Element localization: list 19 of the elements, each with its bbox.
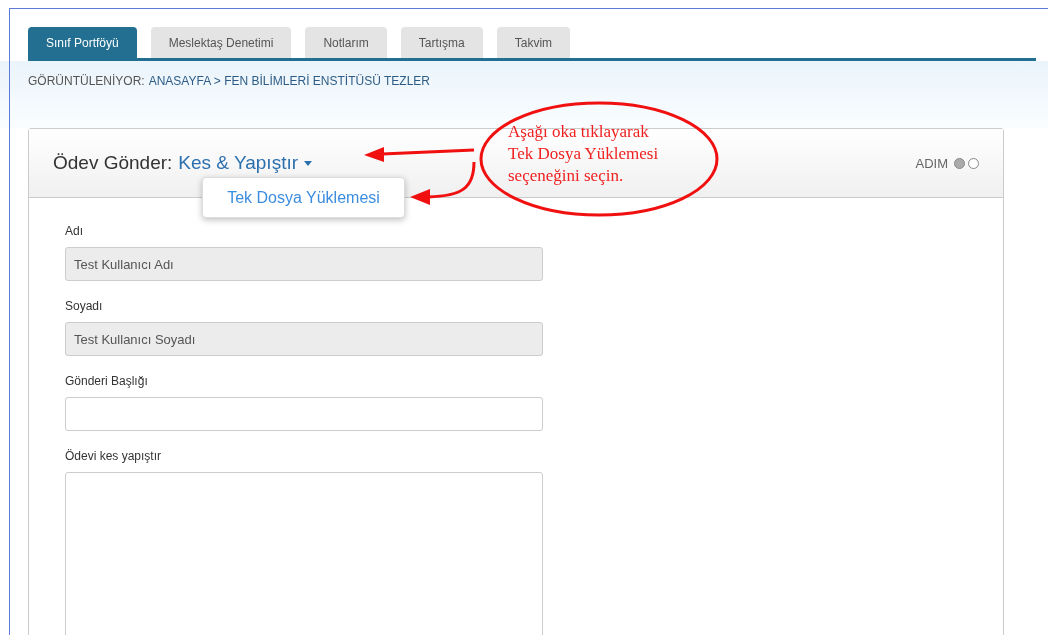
caret-icon [304,160,313,166]
field-label: Adı [65,224,84,238]
mode-dropdown[interactable]: Kes & Yapıştır [178,152,313,174]
annotation-text: Aşağı oka tıklayarak Tek Dosya Yüklemesi seçeneğini seçin. [508,121,659,187]
tab[interactable]: Notlarım [305,27,387,58]
field-label: Soyadı [65,299,104,313]
card-title: Ödev Gönder: [53,152,173,174]
breadcrumb-label: GÖRÜNTÜLENİYOR: [28,74,145,88]
field-label: Gönderi Başlığı [65,374,149,388]
breadcrumb-path[interactable]: ANASAYFA > FEN BİLİMLERİ ENSTİTÜSÜ TEZLER [148,74,430,88]
tab[interactable]: Sınıf Portföyü [28,27,137,58]
input-field[interactable] [65,397,543,431]
text-area[interactable] [65,472,543,635]
tab[interactable]: Tartışma [400,27,483,58]
tab[interactable]: Takvim [496,27,571,58]
step-label: ADIM [915,155,948,171]
field-label: Ödevi kes yapıştır [65,449,163,463]
tab[interactable]: Meslektaş Denetimi [150,27,292,58]
dropdown-item[interactable]: Tek Dosya Yüklemesi [202,177,405,218]
